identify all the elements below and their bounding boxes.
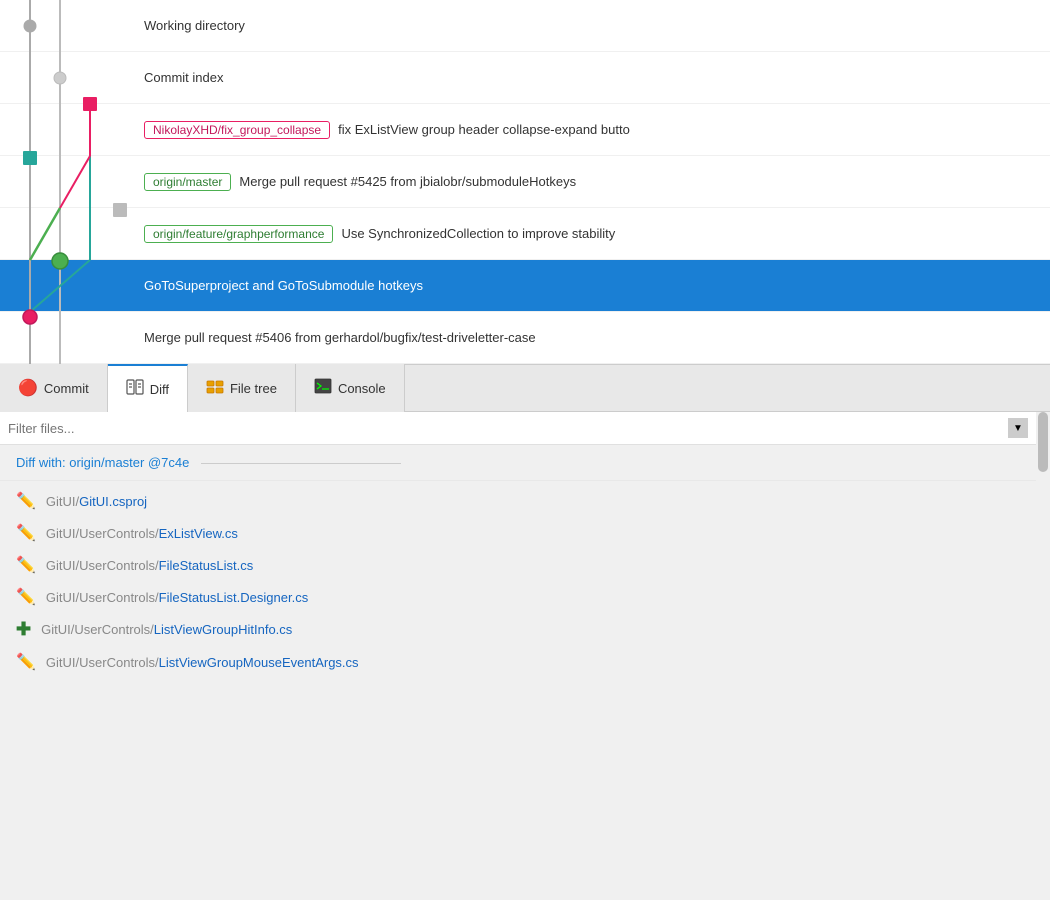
diff-header-text: Diff with: origin/master @7c4e — [16, 455, 189, 470]
tab-diff[interactable]: Diff — [108, 364, 188, 412]
file-path-3: GitUI/UserControls/FileStatusList.Design… — [46, 590, 308, 605]
file-item-0[interactable]: ✏️ GitUI/GitUI.csproj — [0, 485, 1036, 517]
commit-row-index[interactable]: Commit index — [0, 52, 1050, 104]
graph-col — [0, 104, 140, 156]
branch-tag: NikolayXHD/fix_group_collapse — [144, 121, 330, 139]
commit-content: origin/feature/graphperformance Use Sync… — [140, 225, 1050, 243]
commit-content: Merge pull request #5406 from gerhardol/… — [140, 330, 1050, 345]
tabs-bar: 🔴 Commit Diff File tree — [0, 364, 1050, 412]
commit-content: origin/master Merge pull request #5425 f… — [140, 173, 1050, 191]
tab-file-tree-label: File tree — [230, 381, 277, 396]
filter-dropdown-button[interactable]: ▼ — [1008, 418, 1028, 438]
commit-message: Working directory — [144, 18, 245, 33]
commit-row-fix-group[interactable]: NikolayXHD/fix_group_collapse fix ExList… — [0, 104, 1050, 156]
commit-row-goto-superproject[interactable]: GoToSuperproject and GoToSubmodule hotke… — [0, 260, 1050, 312]
tab-commit-label: Commit — [44, 381, 89, 396]
commit-message: Commit index — [144, 70, 223, 85]
file-list: ✏️ GitUI/GitUI.csproj ✏️ GitUI/UserContr… — [0, 481, 1036, 682]
diff-header: Diff with: origin/master @7c4e — [0, 445, 1036, 481]
file-icon-edit: ✏️ — [16, 523, 36, 543]
commit-content: GoToSuperproject and GoToSubmodule hotke… — [140, 278, 1050, 293]
tab-console-label: Console — [338, 381, 386, 396]
branch-tag: origin/master — [144, 173, 231, 191]
diff-header-line — [201, 463, 401, 464]
commit-content: Commit index — [140, 70, 1050, 85]
tab-diff-label: Diff — [150, 382, 169, 397]
graph-col — [0, 208, 140, 260]
scrollbar-track[interactable] — [1036, 412, 1050, 682]
file-icon-edit: ✏️ — [16, 652, 36, 672]
filter-input[interactable] — [8, 421, 1008, 436]
file-icon-edit: ✏️ — [16, 587, 36, 607]
tab-file-tree[interactable]: File tree — [188, 364, 296, 412]
file-item-1[interactable]: ✏️ GitUI/UserControls/ExListView.cs — [0, 517, 1036, 549]
commit-message: fix ExListView group header collapse-exp… — [338, 122, 630, 137]
commit-content: NikolayXHD/fix_group_collapse fix ExList… — [140, 121, 1050, 139]
commit-message: Merge pull request #5406 from gerhardol/… — [144, 330, 536, 345]
bottom-panel: ▼ Diff with: origin/master @7c4e ✏️ GitU… — [0, 412, 1050, 682]
graph-col — [0, 260, 140, 312]
file-icon-add: ✚ — [16, 619, 31, 640]
file-item-4[interactable]: ✚ GitUI/UserControls/ListViewGroupHitInf… — [0, 613, 1036, 646]
graph-col — [0, 156, 140, 208]
file-path-2: GitUI/UserControls/FileStatusList.cs — [46, 558, 253, 573]
file-path-1: GitUI/UserControls/ExListView.cs — [46, 526, 238, 541]
commit-row-graphperf[interactable]: origin/feature/graphperformance Use Sync… — [0, 208, 1050, 260]
commit-row-origin-master[interactable]: origin/master Merge pull request #5425 f… — [0, 156, 1050, 208]
graph-col — [0, 312, 140, 364]
file-path-4: GitUI/UserControls/ListViewGroupHitInfo.… — [41, 622, 292, 637]
commit-message: Merge pull request #5425 from jbialobr/s… — [239, 174, 576, 189]
file-panel: ▼ Diff with: origin/master @7c4e ✏️ GitU… — [0, 412, 1036, 682]
commit-message: GoToSuperproject and GoToSubmodule hotke… — [144, 278, 423, 293]
file-item-5[interactable]: ✏️ GitUI/UserControls/ListViewGroupMouse… — [0, 646, 1036, 678]
commit-row-merge-pr[interactable]: Merge pull request #5406 from gerhardol/… — [0, 312, 1050, 364]
commit-message: Use SynchronizedCollection to improve st… — [341, 226, 615, 241]
file-icon-edit: ✏️ — [16, 555, 36, 575]
scrollbar-thumb[interactable] — [1038, 412, 1048, 472]
graph-col — [0, 0, 140, 52]
tab-commit[interactable]: 🔴 Commit — [0, 364, 108, 412]
file-tree-icon — [206, 377, 224, 400]
commit-row-working[interactable]: Working directory — [0, 0, 1050, 52]
console-icon — [314, 377, 332, 400]
filter-bar: ▼ — [0, 412, 1036, 445]
diff-icon — [126, 378, 144, 401]
branch-tag: origin/feature/graphperformance — [144, 225, 333, 243]
file-path-5: GitUI/UserControls/ListViewGroupMouseEve… — [46, 655, 359, 670]
file-item-2[interactable]: ✏️ GitUI/UserControls/FileStatusList.cs — [0, 549, 1036, 581]
git-graph: Working directory Commit index NikolayXH… — [0, 0, 1050, 364]
file-path-0: GitUI/GitUI.csproj — [46, 494, 147, 509]
commit-icon: 🔴 — [18, 378, 38, 398]
tab-console[interactable]: Console — [296, 364, 405, 412]
file-item-3[interactable]: ✏️ GitUI/UserControls/FileStatusList.Des… — [0, 581, 1036, 613]
graph-col — [0, 52, 140, 104]
commit-content: Working directory — [140, 18, 1050, 33]
file-icon-edit: ✏️ — [16, 491, 36, 511]
